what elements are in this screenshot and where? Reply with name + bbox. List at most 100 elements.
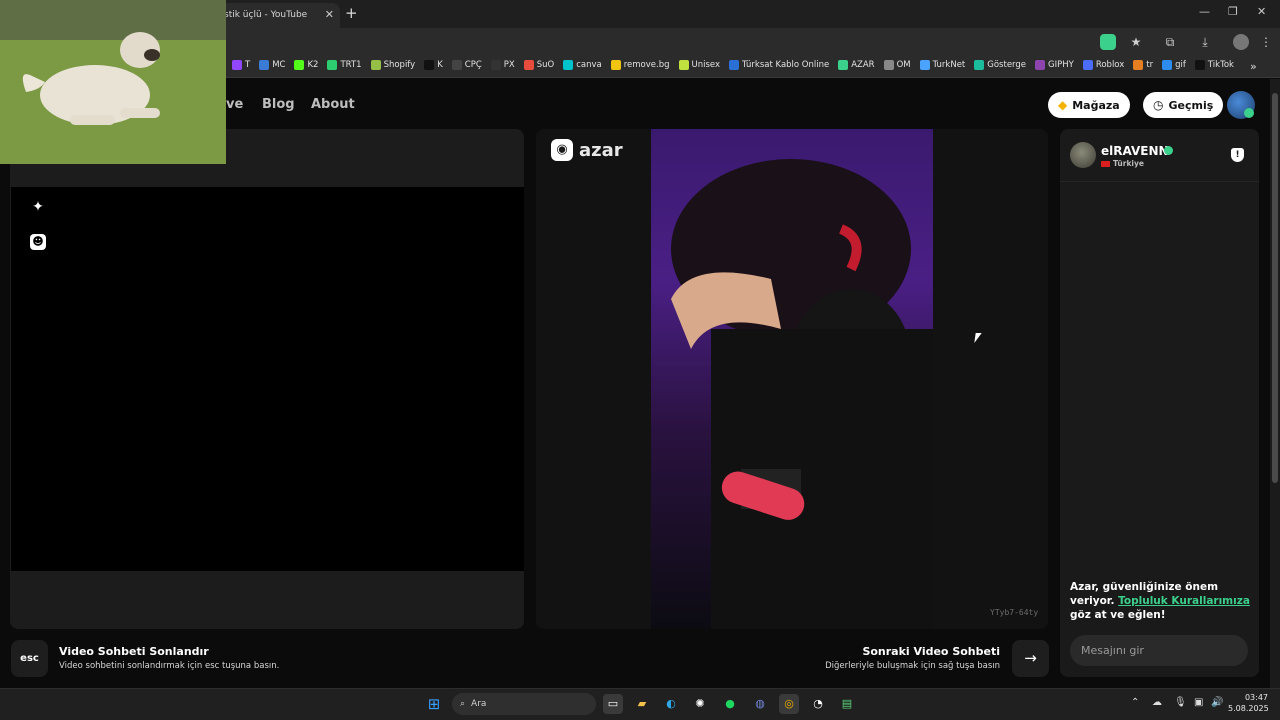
- store-button[interactable]: ◆ Mağaza: [1048, 92, 1130, 118]
- bookmark-item[interactable]: K2: [294, 60, 318, 70]
- bookmark-item[interactable]: MC: [259, 60, 285, 70]
- bookmark-item[interactable]: CPÇ: [451, 60, 482, 70]
- onedrive-cloud-icon[interactable]: ☁: [1152, 697, 1162, 708]
- bookmark-favicon-icon: [523, 60, 534, 70]
- bookmark-favicon-icon: [1194, 60, 1205, 70]
- bookmark-favicon-icon: [563, 60, 574, 70]
- volume-icon[interactable]: 🔊: [1211, 697, 1223, 708]
- bookmark-label: TRT1: [340, 60, 362, 70]
- bookmark-item[interactable]: SuO: [523, 60, 554, 70]
- network-icon[interactable]: ▣: [1194, 697, 1203, 708]
- safety-notice: Azar, güvenliğinize önem veriyor. Toplul…: [1070, 580, 1250, 622]
- bookmark-item[interactable]: gif: [1162, 60, 1186, 70]
- menu-kebab-icon[interactable]: ⋮: [1258, 34, 1274, 50]
- sparkle-effects-icon[interactable]: ✦: [30, 199, 46, 215]
- face-filter-icon[interactable]: ☻: [30, 234, 46, 250]
- bookmark-label: TikTok: [1207, 60, 1234, 70]
- store-label: Mağaza: [1072, 98, 1120, 112]
- chatgpt-icon[interactable]: ✺: [690, 694, 710, 714]
- bookmark-item[interactable]: Roblox: [1082, 60, 1125, 70]
- bookmark-label: Gösterge: [987, 60, 1027, 70]
- tab-close-icon[interactable]: ✕: [325, 8, 334, 21]
- browser-tab[interactable]: stik üçlü - YouTube ✕: [218, 3, 340, 28]
- nav-about-link[interactable]: About: [311, 97, 355, 112]
- bookmark-item[interactable]: Shopify: [370, 60, 415, 70]
- microphone-icon[interactable]: 🎙: [1174, 697, 1187, 708]
- partner-avatar[interactable]: [1070, 142, 1096, 168]
- bookmark-favicon-icon: [370, 60, 381, 70]
- bookmark-item[interactable]: OM: [883, 60, 911, 70]
- bookmark-favicon-icon: [259, 60, 270, 70]
- history-button[interactable]: ◷ Geçmiş: [1143, 92, 1224, 118]
- minimize-icon[interactable]: —: [1199, 5, 1210, 18]
- bookmark-item[interactable]: Türksat Kablo Online: [729, 60, 829, 70]
- end-chat-title: Video Sohbeti Sonlandır: [59, 645, 209, 658]
- bookmark-item[interactable]: T: [232, 60, 250, 70]
- message-input[interactable]: [1070, 635, 1248, 666]
- file-explorer-icon[interactable]: ▰: [632, 694, 652, 714]
- report-shield-icon[interactable]: !: [1231, 148, 1244, 162]
- bookmark-item[interactable]: tr: [1133, 60, 1153, 70]
- bookmark-item[interactable]: GIPHY: [1035, 60, 1074, 70]
- next-chat-title: Sonraki Video Sohbeti: [862, 645, 1000, 658]
- bookmark-favicon-icon: [1162, 60, 1173, 70]
- tray-chevron-up-icon[interactable]: ⌃: [1131, 697, 1139, 708]
- dog-illustration: [0, 0, 226, 164]
- spotify-icon[interactable]: ●: [720, 694, 740, 714]
- bookmark-label: TurkNet: [932, 60, 966, 70]
- partner-name[interactable]: elRAVENN: [1101, 144, 1169, 158]
- restore-icon[interactable]: ❐: [1228, 5, 1238, 18]
- extension-azar-icon[interactable]: [1100, 34, 1116, 50]
- new-tab-button[interactable]: +: [345, 4, 358, 22]
- bookmark-item[interactable]: canva: [563, 60, 602, 70]
- bookmark-star-icon[interactable]: ★: [1128, 34, 1144, 50]
- bookmark-label: PX: [503, 60, 515, 70]
- avatar-status-badge: [1244, 108, 1254, 118]
- close-window-icon[interactable]: ✕: [1257, 5, 1266, 18]
- partner-video-stream: [651, 129, 933, 629]
- bookmark-label: MC: [272, 60, 286, 70]
- esc-key-button[interactable]: esc: [11, 640, 48, 677]
- nav-blog-link[interactable]: Blog: [262, 97, 295, 112]
- bookmark-item[interactable]: Unisex: [678, 60, 721, 70]
- azar-logo-icon: ◉: [551, 139, 573, 161]
- community-guidelines-link[interactable]: Topluluk Kurallarımıza: [1118, 595, 1250, 607]
- history-label: Geçmiş: [1168, 98, 1214, 112]
- bookmark-item[interactable]: TurkNet: [919, 60, 966, 70]
- download-icon[interactable]: ⤓: [1197, 34, 1213, 50]
- taskbar-search[interactable]: ⌕ Ara: [452, 693, 596, 715]
- taskbar-clock[interactable]: 03:47 5.08.2025: [1228, 692, 1269, 714]
- chrome-icon[interactable]: ◎: [779, 694, 799, 714]
- nav-item-partial[interactable]: ve: [226, 97, 243, 112]
- bookmark-item[interactable]: AZAR: [838, 60, 875, 70]
- bookmark-item[interactable]: TikTok: [1194, 60, 1234, 70]
- azar-logo: ◉ azar: [551, 139, 623, 161]
- bookmark-item[interactable]: K: [424, 60, 443, 70]
- profile-avatar-icon[interactable]: [1233, 34, 1249, 50]
- bookmark-item[interactable]: remove.bg: [610, 60, 670, 70]
- bookmark-item[interactable]: TRT1: [327, 60, 362, 70]
- bookmark-favicon-icon: [838, 60, 849, 70]
- azar-logo-text: azar: [579, 139, 623, 161]
- bookmark-label: Unisex: [691, 60, 721, 70]
- bookmark-label: Roblox: [1095, 60, 1125, 70]
- windows-start-icon[interactable]: ⊞: [424, 694, 444, 714]
- bookmark-item[interactable]: PX: [490, 60, 515, 70]
- gamebar-icon[interactable]: ▤: [837, 694, 857, 714]
- bookmark-favicon-icon: [294, 60, 305, 70]
- steam-icon[interactable]: ◔: [808, 694, 828, 714]
- tab-title: stik üçlü - YouTube: [224, 10, 308, 20]
- bookmark-item[interactable]: Gösterge: [974, 60, 1026, 70]
- partner-video-illustration: [671, 159, 933, 629]
- extensions-puzzle-icon[interactable]: ⧉: [1162, 34, 1178, 50]
- bookmarks-more-icon[interactable]: »: [1250, 60, 1257, 73]
- next-arrow-button[interactable]: →: [1012, 640, 1049, 677]
- discord-icon[interactable]: ◍: [750, 694, 770, 714]
- bookmark-favicon-icon: [451, 60, 462, 70]
- task-view-icon[interactable]: ▭: [603, 694, 623, 714]
- bookmark-label: K2: [307, 60, 319, 70]
- clock-date: 5.08.2025: [1228, 704, 1269, 713]
- scrollbar-thumb[interactable]: [1272, 93, 1278, 483]
- edge-browser-icon[interactable]: ◐: [661, 694, 681, 714]
- bookmarks-list: T MC K2 TRT1 Shopify K CPÇ PX SuO canva remove.bg U…: [232, 60, 1234, 70]
